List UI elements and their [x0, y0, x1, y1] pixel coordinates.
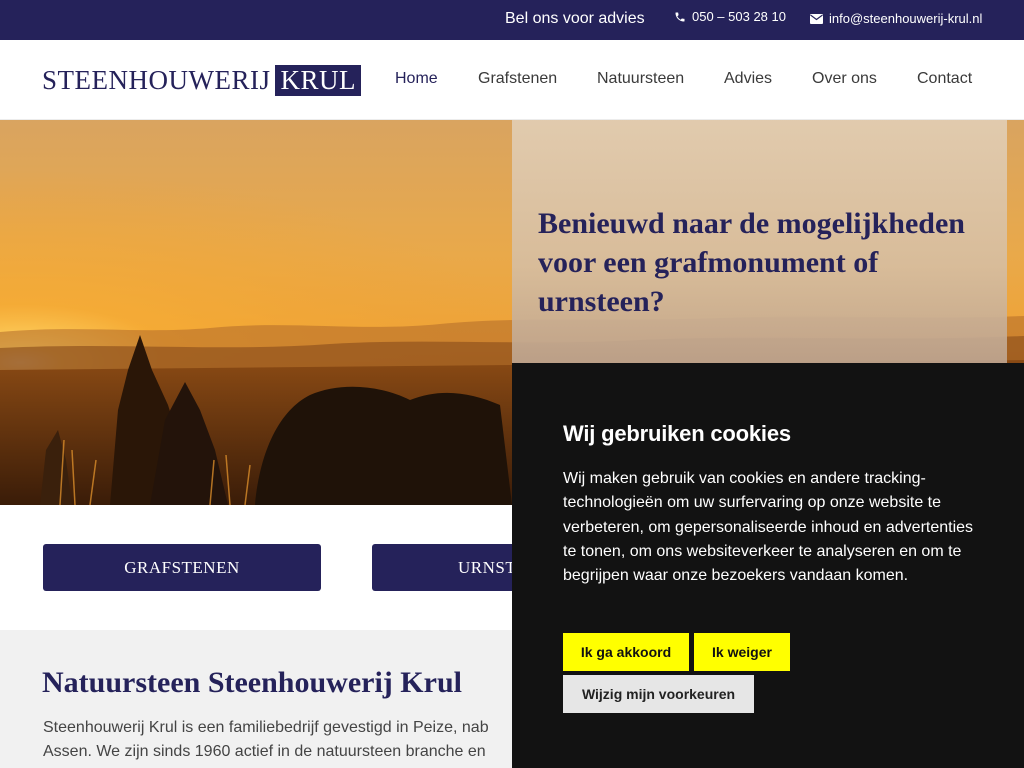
cookie-accept-button[interactable]: Ik ga akkoord	[563, 633, 689, 671]
cookie-preferences-button[interactable]: Wijzig mijn voorkeuren	[563, 675, 754, 713]
site-logo[interactable]: STEENHOUWERIJ KRUL	[42, 64, 361, 96]
nav-contact[interactable]: Contact	[917, 70, 972, 88]
nav-natuursteen[interactable]: Natuursteen	[597, 70, 684, 88]
hero-text-box: Benieuwd naar de mogelijkheden voor een …	[512, 120, 1007, 363]
logo-text-steenhouwerij: STEENHOUWERIJ	[42, 64, 271, 95]
logo-text-krul: KRUL	[275, 64, 361, 96]
phone-link[interactable]: 050 – 503 28 10	[674, 9, 786, 24]
envelope-icon	[810, 13, 823, 24]
advice-label: Bel ons voor advies	[505, 10, 645, 27]
phone-icon	[674, 11, 686, 23]
intro-text-line-2: Assen. We zijn sinds 1960 actief in de n…	[43, 743, 486, 760]
grafstenen-button[interactable]: GRAFSTENEN	[43, 544, 321, 591]
email-link[interactable]: info@steenhouwerij-krul.nl	[810, 11, 982, 26]
phone-number: 050 – 503 28 10	[692, 9, 786, 24]
intro-title: Natuursteen Steenhouwerij Krul	[42, 666, 462, 699]
cookie-title: Wij gebruiken cookies	[563, 421, 791, 446]
nav-grafstenen[interactable]: Grafstenen	[478, 70, 557, 88]
cookie-banner: Wij gebruiken cookies Wij maken gebruik …	[512, 363, 1024, 768]
top-bar: Bel ons voor advies 050 – 503 28 10 info…	[0, 0, 1024, 40]
cookie-decline-button[interactable]: Ik weiger	[694, 633, 790, 671]
cookie-text: Wij maken gebruik van cookies en andere …	[563, 470, 974, 585]
email-address: info@steenhouwerij-krul.nl	[829, 11, 983, 26]
hero-heading: Benieuwd naar de mogelijkheden voor een …	[538, 207, 965, 318]
nav-over-ons[interactable]: Over ons	[812, 70, 877, 88]
site-header: STEENHOUWERIJ KRUL Home Grafstenen Natuu…	[0, 40, 1024, 120]
intro-text-line-1: Steenhouwerij Krul is een familiebedrijf…	[43, 719, 489, 736]
nav-home[interactable]: Home	[395, 70, 438, 88]
urnstenen-button-label: URNST	[458, 557, 517, 577]
intro-text: Steenhouwerij Krul is een familiebedrijf…	[43, 716, 523, 764]
nav-advies[interactable]: Advies	[724, 70, 772, 88]
